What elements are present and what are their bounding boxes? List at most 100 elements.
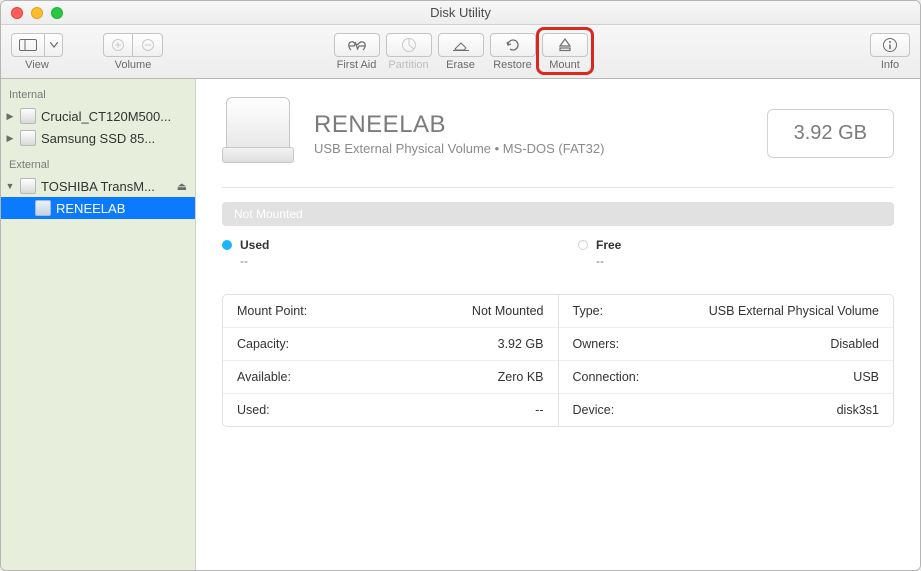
erase-label: Erase (446, 59, 475, 71)
disclosure-icon[interactable] (5, 181, 15, 191)
volume-title-block: RENEELAB USB External Physical Volume • … (314, 111, 747, 156)
volume-icon (35, 200, 51, 216)
used-value: -- (240, 254, 538, 268)
eject-icon[interactable]: ⏏ (177, 180, 187, 193)
prop-available: Available: Zero KB (223, 361, 558, 394)
volume-header: RENEELAB USB External Physical Volume • … (222, 97, 894, 169)
disk-icon (20, 130, 36, 146)
mount-label: Mount (549, 59, 580, 71)
remove-volume-icon (141, 38, 155, 52)
sidebar-item-label: RENEELAB (56, 201, 187, 216)
sidebar-header-internal: Internal (1, 87, 195, 105)
view-menu-button[interactable] (45, 33, 63, 57)
sidebar-volume-reneelab[interactable]: RENEELAB (1, 197, 195, 219)
sidebar-header-external: External (1, 157, 195, 175)
free-label: Free (596, 238, 621, 252)
prop-key: Type: (573, 304, 604, 318)
info-button[interactable] (870, 33, 910, 57)
add-volume-button (103, 33, 133, 57)
volume-group: Volume (103, 33, 163, 71)
used-label: Used (240, 238, 269, 252)
prop-key: Mount Point: (237, 304, 307, 318)
usage-free: Free -- (578, 238, 894, 268)
status-bar: Not Mounted (222, 202, 894, 226)
add-volume-icon (111, 38, 125, 52)
firstaid-label: First Aid (337, 59, 377, 71)
restore-label: Restore (493, 59, 532, 71)
volume-size-pill: 3.92 GB (767, 109, 894, 158)
disk-utility-window: Disk Utility View Vol (0, 0, 921, 571)
view-button[interactable] (11, 33, 45, 57)
prop-key: Device: (573, 403, 615, 417)
free-swatch-icon (578, 240, 588, 250)
properties-left: Mount Point: Not Mounted Capacity: 3.92 … (223, 295, 559, 426)
info-label: Info (881, 59, 899, 71)
prop-mountpoint: Mount Point: Not Mounted (223, 295, 558, 328)
disclosure-icon[interactable] (5, 111, 15, 121)
restore-item: Restore (490, 33, 536, 71)
prop-type: Type: USB External Physical Volume (559, 295, 894, 328)
minimize-button[interactable] (31, 7, 43, 19)
prop-used: Used: -- (223, 394, 558, 426)
info-icon (882, 37, 898, 53)
mount-item: Mount (542, 33, 588, 71)
partition-item: Partition (386, 33, 432, 71)
disk-icon (20, 178, 36, 194)
sidebar-disk-internal-0[interactable]: Crucial_CT120M500... (1, 105, 195, 127)
prop-device: Device: disk3s1 (559, 394, 894, 426)
prop-key: Connection: (573, 370, 640, 384)
prop-connection: Connection: USB (559, 361, 894, 394)
erase-item: Erase (438, 33, 484, 71)
sidebar: Internal Crucial_CT120M500... Samsung SS… (1, 79, 196, 570)
close-button[interactable] (11, 7, 23, 19)
prop-value: USB External Physical Volume (709, 304, 879, 318)
firstaid-button[interactable] (334, 33, 380, 57)
prop-key: Used: (237, 403, 270, 417)
properties-right: Type: USB External Physical Volume Owner… (559, 295, 894, 426)
prop-value: -- (535, 403, 543, 417)
chevron-down-icon (50, 42, 58, 48)
mount-icon (557, 37, 573, 53)
partition-label: Partition (388, 59, 428, 71)
body: Internal Crucial_CT120M500... Samsung SS… (1, 79, 920, 570)
erase-button[interactable] (438, 33, 484, 57)
firstaid-item: First Aid (334, 33, 380, 71)
prop-value: USB (853, 370, 879, 384)
window-title: Disk Utility (1, 5, 920, 20)
prop-key: Available: (237, 370, 291, 384)
prop-value: Disabled (830, 337, 879, 351)
sidebar-disk-external-0[interactable]: TOSHIBA TransM... ⏏ (1, 175, 195, 197)
erase-icon (452, 38, 470, 52)
free-value: -- (596, 254, 894, 268)
sidebar-disk-internal-1[interactable]: Samsung SSD 85... (1, 127, 195, 149)
main-pane: RENEELAB USB External Physical Volume • … (196, 79, 920, 570)
usage-used: Used -- (222, 238, 538, 268)
restore-icon (505, 37, 521, 53)
zoom-button[interactable] (51, 7, 63, 19)
restore-button[interactable] (490, 33, 536, 57)
mount-button[interactable] (542, 33, 588, 57)
used-swatch-icon (222, 240, 232, 250)
prop-key: Owners: (573, 337, 620, 351)
sidebar-item-label: Crucial_CT120M500... (41, 109, 187, 124)
prop-key: Capacity: (237, 337, 289, 351)
right-tools: Info (870, 33, 910, 71)
prop-owners: Owners: Disabled (559, 328, 894, 361)
traffic-lights (1, 7, 63, 19)
sidebar-icon (19, 39, 37, 51)
usage-row: Used -- Free -- (222, 238, 894, 268)
separator (222, 187, 894, 188)
volume-name: RENEELAB (314, 111, 747, 139)
view-group: View (11, 33, 63, 71)
prop-value: disk3s1 (837, 403, 879, 417)
volume-label: Volume (115, 59, 152, 71)
sidebar-item-label: TOSHIBA TransM... (41, 179, 172, 194)
volume-subtitle: USB External Physical Volume • MS-DOS (F… (314, 141, 747, 156)
properties-table: Mount Point: Not Mounted Capacity: 3.92 … (222, 294, 894, 427)
firstaid-icon (347, 38, 367, 52)
prop-value: Zero KB (498, 370, 544, 384)
disk-icon (20, 108, 36, 124)
sidebar-item-label: Samsung SSD 85... (41, 131, 187, 146)
disclosure-icon[interactable] (5, 133, 15, 143)
remove-volume-button (133, 33, 163, 57)
